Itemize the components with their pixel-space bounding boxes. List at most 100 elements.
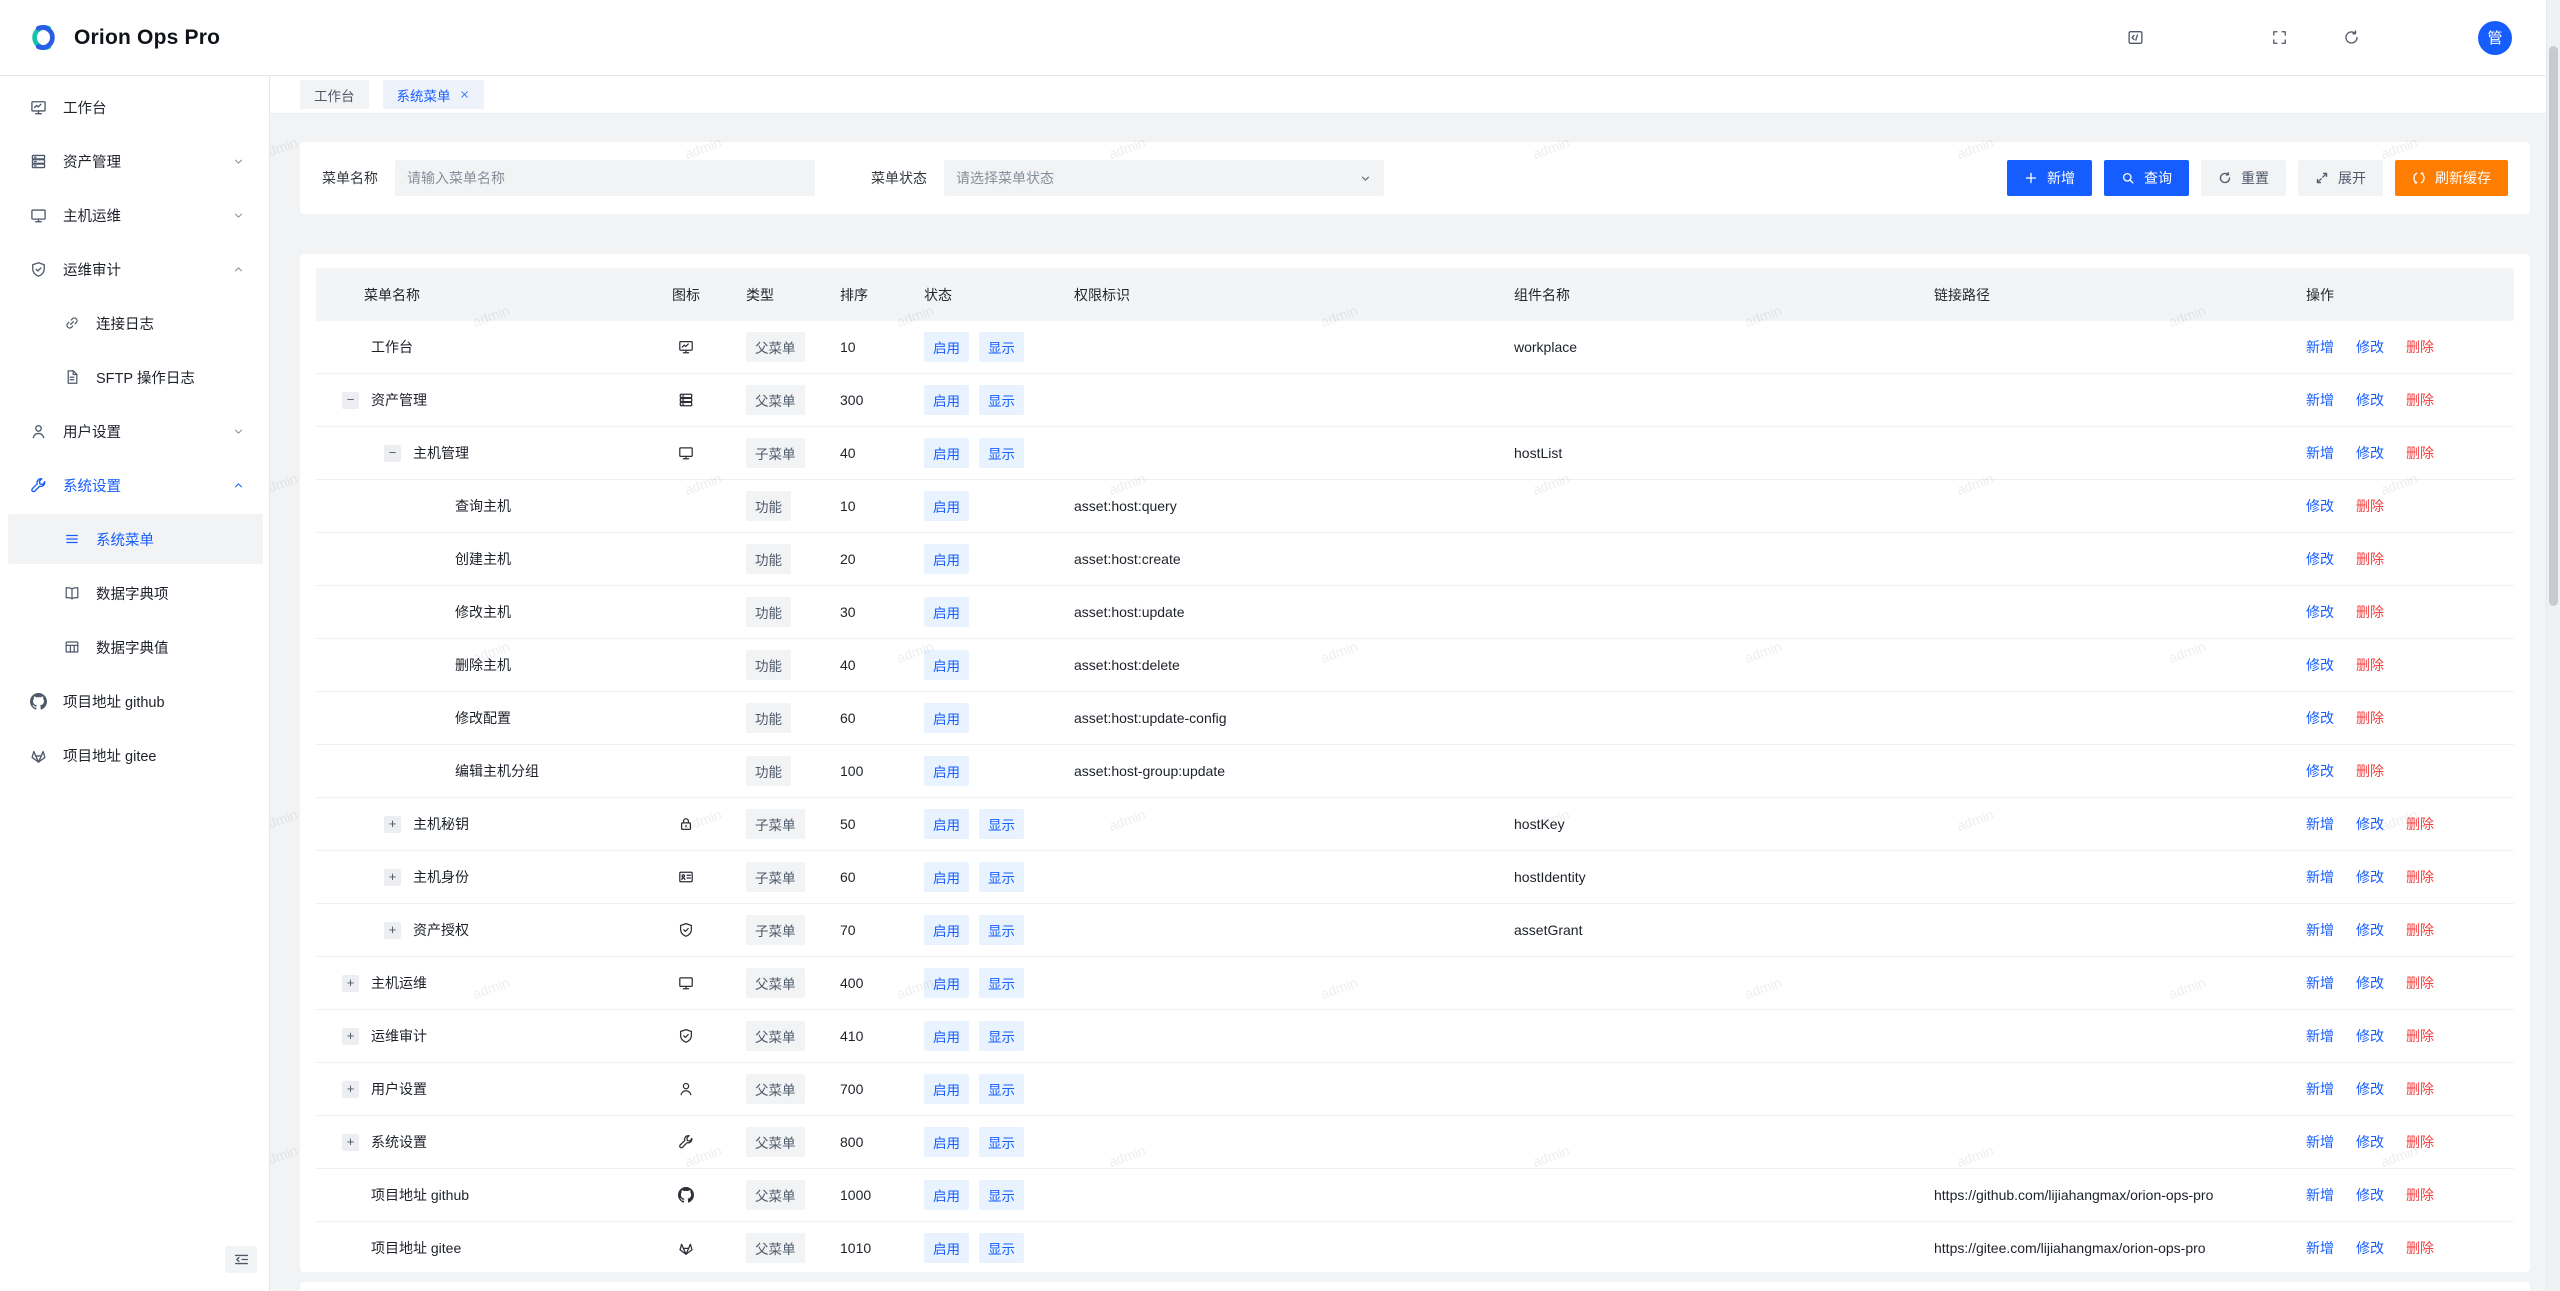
delete-link[interactable]: 删除 (2356, 655, 2384, 675)
expand-row-button[interactable]: + (342, 975, 359, 992)
status-badge: 启用 (924, 1233, 969, 1263)
type-badge: 功能 (746, 650, 791, 680)
edit-link[interactable]: 修改 (2306, 496, 2334, 516)
tab-0[interactable]: 工作台 (300, 80, 369, 109)
edit-link[interactable]: 修改 (2306, 549, 2334, 569)
menu-name: 编辑主机分组 (455, 761, 539, 781)
theme-button[interactable] (2190, 21, 2224, 55)
toolbar-button-3[interactable]: 展开 (2298, 160, 2383, 196)
add-link[interactable]: 新增 (2306, 390, 2334, 410)
sidebar-collapse-button[interactable] (225, 1246, 257, 1273)
settings-button[interactable] (2406, 21, 2440, 55)
delete-link[interactable]: 删除 (2406, 920, 2434, 940)
chevron-down-icon (232, 425, 245, 438)
delete-link[interactable]: 删除 (2356, 602, 2384, 622)
column-header-3: 排序 (840, 285, 924, 305)
edit-link[interactable]: 修改 (2356, 1238, 2384, 1258)
sidebar-subitem-5-1[interactable]: 数据字典项 (8, 568, 263, 618)
scrollbar-thumb[interactable] (2549, 46, 2558, 606)
edit-link[interactable]: 修改 (2306, 655, 2334, 675)
sidebar-item-7[interactable]: 项目地址 gitee (0, 730, 269, 780)
edit-link[interactable]: 修改 (2356, 337, 2384, 357)
edit-link[interactable]: 修改 (2306, 708, 2334, 728)
toolbar-button-4[interactable]: 刷新缓存 (2395, 160, 2508, 196)
sidebar-item-5[interactable]: 系统设置 (0, 460, 269, 510)
row-actions: 新增 修改 删除 (2294, 1026, 2514, 1046)
menu-name-input[interactable] (395, 160, 815, 196)
collapse-row-button[interactable]: − (384, 445, 401, 462)
close-icon[interactable] (459, 89, 470, 100)
add-link[interactable]: 新增 (2306, 1026, 2334, 1046)
add-link[interactable]: 新增 (2306, 1132, 2334, 1152)
delete-link[interactable]: 删除 (2406, 814, 2434, 834)
code-button[interactable] (2118, 21, 2152, 55)
edit-link[interactable]: 修改 (2356, 973, 2384, 993)
delete-link[interactable]: 删除 (2406, 867, 2434, 887)
expand-row-button[interactable]: + (384, 869, 401, 886)
edit-link[interactable]: 修改 (2356, 1026, 2384, 1046)
tab-1[interactable]: 系统菜单 (383, 80, 484, 109)
sidebar-subitem-5-2[interactable]: 数据字典值 (8, 622, 263, 672)
user-avatar[interactable]: 管 (2478, 21, 2512, 55)
expand-row-button[interactable]: + (342, 1028, 359, 1045)
delete-link[interactable]: 删除 (2356, 708, 2384, 728)
add-link[interactable]: 新增 (2306, 1238, 2334, 1258)
sidebar-item-0[interactable]: 工作台 (0, 82, 269, 132)
delete-link[interactable]: 删除 (2406, 443, 2434, 463)
edit-link[interactable]: 修改 (2356, 443, 2384, 463)
toolbar-button-1[interactable]: 查询 (2104, 160, 2189, 196)
add-link[interactable]: 新增 (2306, 337, 2334, 357)
expand-row-button[interactable]: + (342, 1134, 359, 1151)
sidebar-item-6[interactable]: 项目地址 github (0, 676, 269, 726)
edit-link[interactable]: 修改 (2356, 1185, 2384, 1205)
sidebar-item-3[interactable]: 运维审计 (0, 244, 269, 294)
edit-link[interactable]: 修改 (2356, 814, 2384, 834)
delete-link[interactable]: 删除 (2406, 1132, 2434, 1152)
edit-link[interactable]: 修改 (2356, 390, 2384, 410)
toolbar-button-0[interactable]: 新增 (2007, 160, 2092, 196)
add-link[interactable]: 新增 (2306, 1079, 2334, 1099)
add-link[interactable]: 新增 (2306, 814, 2334, 834)
delete-link[interactable]: 删除 (2356, 549, 2384, 569)
sidebar-subitem-3-0[interactable]: 连接日志 (8, 298, 263, 348)
delete-link[interactable]: 删除 (2406, 1079, 2434, 1099)
delete-link[interactable]: 删除 (2356, 761, 2384, 781)
add-link[interactable]: 新增 (2306, 1185, 2334, 1205)
toolbar-button-2[interactable]: 重置 (2201, 160, 2286, 196)
collapse-row-button[interactable]: − (342, 392, 359, 409)
delete-link[interactable]: 删除 (2406, 1238, 2434, 1258)
expand-row-button[interactable]: + (384, 922, 401, 939)
delete-link[interactable]: 删除 (2356, 496, 2384, 516)
delete-link[interactable]: 删除 (2406, 337, 2434, 357)
sidebar-item-1[interactable]: 资产管理 (0, 136, 269, 186)
edit-link[interactable]: 修改 (2356, 920, 2384, 940)
add-link[interactable]: 新增 (2306, 920, 2334, 940)
edit-link[interactable]: 修改 (2356, 867, 2384, 887)
row-actions: 新增 修改 删除 (2294, 814, 2514, 834)
table-row: +运维审计父菜单410启用显示新增修改删除 (316, 1010, 2514, 1063)
add-link[interactable]: 新增 (2306, 867, 2334, 887)
edit-link[interactable]: 修改 (2306, 602, 2334, 622)
edit-link[interactable]: 修改 (2356, 1079, 2384, 1099)
expand-row-button[interactable]: + (342, 1081, 359, 1098)
edit-link[interactable]: 修改 (2306, 761, 2334, 781)
edit-link[interactable]: 修改 (2356, 1132, 2384, 1152)
delete-link[interactable]: 删除 (2406, 973, 2434, 993)
row-order: 40 (840, 657, 924, 673)
delete-link[interactable]: 删除 (2406, 1185, 2434, 1205)
refresh-button[interactable] (2334, 21, 2368, 55)
fullscreen-button[interactable] (2262, 21, 2296, 55)
delete-link[interactable]: 删除 (2406, 390, 2434, 410)
add-link[interactable]: 新增 (2306, 973, 2334, 993)
expand-row-button[interactable]: + (384, 816, 401, 833)
sidebar-subitem-3-1[interactable]: SFTP 操作日志 (8, 352, 263, 402)
sidebar-subitem-5-0[interactable]: 系统菜单 (8, 514, 263, 564)
sidebar-item-2[interactable]: 主机运维 (0, 190, 269, 240)
row-status-cell: 启用 (924, 544, 1074, 574)
filter-card: 菜单名称 菜单状态 请选择菜单状态 新增查询重置展开刷新缓存 (300, 142, 2530, 214)
sidebar-item-4[interactable]: 用户设置 (0, 406, 269, 456)
menu-status-select[interactable]: 请选择菜单状态 (944, 160, 1384, 196)
add-link[interactable]: 新增 (2306, 443, 2334, 463)
row-order: 60 (840, 869, 924, 885)
delete-link[interactable]: 删除 (2406, 1026, 2434, 1046)
